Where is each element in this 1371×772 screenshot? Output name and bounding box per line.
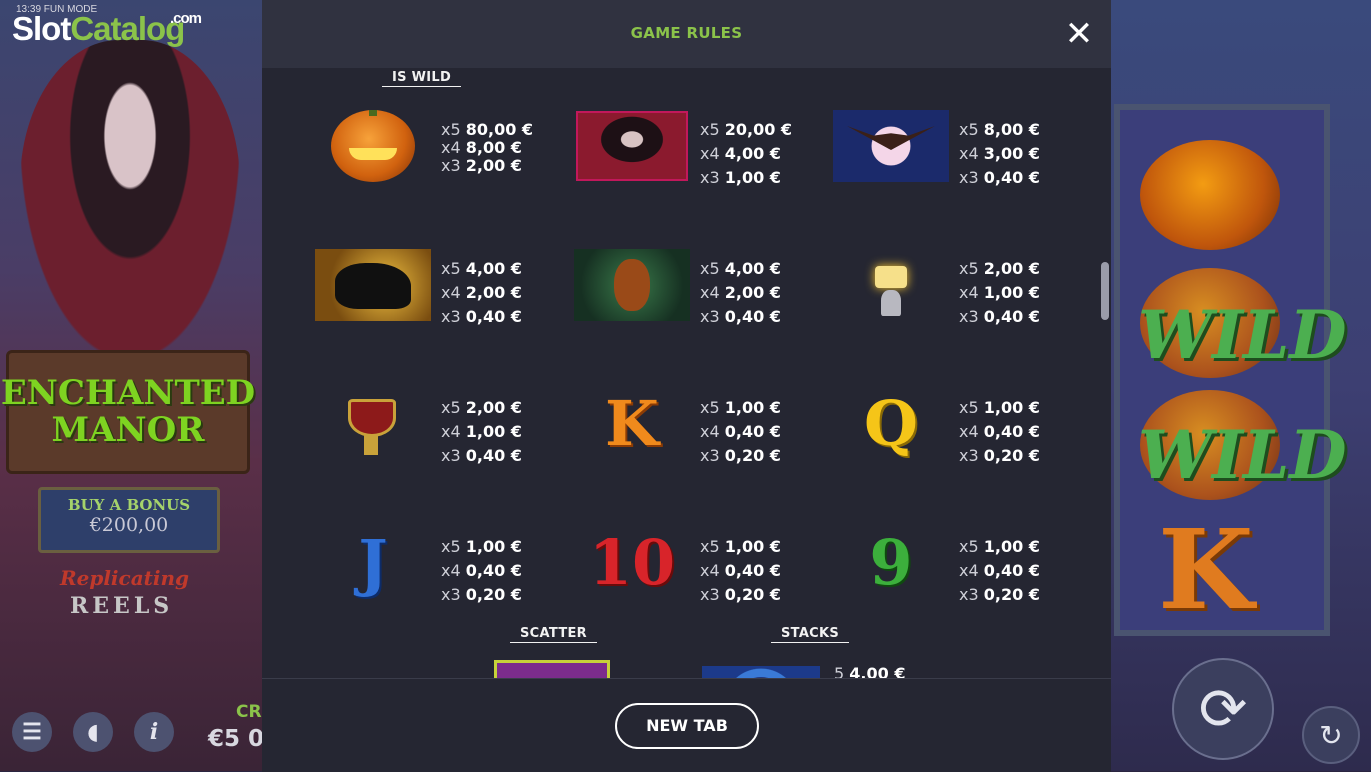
pay-list: x5 8,00 € x4 3,00 € x3 0,40 € (959, 120, 1040, 187)
info-icon[interactable]: i (134, 712, 174, 752)
scrollbar-thumb[interactable] (1101, 262, 1109, 320)
paytable-cell: 10 x5 1,00 € x4 0,40 € x3 0,20 € (574, 527, 814, 627)
pay-list: x5 1,00 € x4 0,40 € x3 0,20 € (959, 537, 1040, 604)
pay-list: x5 1,00 € x4 0,40 € x3 0,20 € (700, 537, 781, 604)
paytable-cell: x5 20,00 € x4 4,00 € x3 1,00 € (574, 110, 814, 210)
paytable-cell: K x5 1,00 € x4 0,40 € x3 0,20 € (574, 388, 814, 488)
pay-list: x5 4,00 € x4 2,00 € x3 0,40 € (700, 259, 781, 326)
modal-footer: NEW TAB (262, 678, 1111, 772)
nine-symbol-icon: 9 (869, 527, 913, 599)
k-symbol-icon: K (605, 388, 659, 460)
bat-symbol-icon (833, 110, 949, 182)
paytable-cell: x5 8,00 € x4 3,00 € x3 0,40 € (833, 110, 1073, 210)
goblet-symbol-icon (315, 388, 431, 460)
paytable-cell: x5 80,00 € x4 8,00 € x3 2,00 € (315, 110, 555, 210)
spin-icon: ⟳ (1198, 675, 1248, 743)
pay-list: x5 2,00 € x4 1,00 € x3 0,40 € (441, 398, 522, 465)
autoplay-button[interactable]: ↻ (1302, 706, 1360, 764)
sound-icon[interactable]: ◖ (73, 712, 113, 752)
pay-list: x5 1,00 € x4 0,40 € x3 0,20 € (959, 398, 1040, 465)
pay-list: x5 20,00 € x4 4,00 € x3 1,00 € (700, 120, 793, 187)
vampire-woman-symbol-icon (574, 110, 690, 182)
reels-logo-text: REELS (70, 593, 174, 619)
pay-list: x5 80,00 € x4 8,00 € x3 2,00 € (441, 120, 534, 175)
slotcatalog-logo: SlotCatalog .com (12, 10, 202, 47)
paytable-cell: x5 2,00 € x4 1,00 € x3 0,40 € (315, 388, 555, 488)
paytable-cell: Q x5 1,00 € x4 0,40 € x3 0,20 € (833, 388, 1073, 488)
autoplay-icon: ↻ (1319, 718, 1343, 752)
game-title-line-1: ENCHANTED (0, 372, 256, 413)
replicating-logo-text: Replicating (60, 566, 190, 590)
menu-icon[interactable]: ☰ (12, 712, 52, 752)
modal-header: GAME RULES ✕ (262, 0, 1111, 68)
modal-title: GAME RULES (630, 24, 743, 42)
paytable-cell: x5 2,00 € x4 1,00 € x3 0,40 € (833, 249, 1073, 349)
game-background-left: 13:39 FUN MODE SlotCatalog .com ENCHANTE… (0, 0, 262, 771)
vampire-woman-art (20, 40, 240, 360)
candelabra-symbol-icon (833, 249, 949, 321)
stacks-label: STACKS (771, 626, 850, 643)
is-wild-label: IS WILD (382, 70, 462, 87)
credit-label: CR (236, 702, 262, 722)
reel-k-symbol: K (1158, 505, 1254, 634)
reel-pumpkin-symbol (1140, 140, 1280, 250)
game-title-line-2: MANOR (51, 410, 205, 450)
credit-value: €5 0 (208, 726, 265, 752)
q-symbol-icon: Q (863, 388, 918, 460)
pumpkin-symbol-icon (315, 110, 431, 182)
game-title-sign: ENCHANTED MANOR (1, 350, 255, 474)
black-cat-symbol-icon (315, 249, 431, 321)
game-rules-modal: GAME RULES ✕ IS WILD x5 80,00 € x4 8,00 … (262, 0, 1111, 772)
pay-list: x5 4,00 € x4 2,00 € x3 0,40 € (441, 259, 522, 326)
scatter-symbol-icon (494, 660, 610, 678)
buy-bonus-label: BUY A BONUS (67, 496, 191, 514)
pay-list: x5 1,00 € x4 0,40 € x3 0,20 € (700, 398, 781, 465)
new-tab-button[interactable]: NEW TAB (615, 703, 759, 749)
rules-content[interactable]: IS WILD x5 80,00 € x4 8,00 € x3 2,00 € x… (262, 68, 1111, 678)
spin-button[interactable]: ⟳ (1172, 658, 1274, 760)
stacks-symbol-icon (702, 666, 820, 678)
close-icon[interactable]: ✕ (1062, 17, 1096, 51)
paytable-cell: 9 x5 1,00 € x4 0,40 € x3 0,20 € (833, 527, 1073, 627)
j-symbol-icon: J (358, 527, 388, 599)
buy-bonus-button[interactable]: BUY A BONUS €200,00 (38, 487, 220, 553)
wild-label-1: WILD (1138, 296, 1347, 374)
owl-symbol-icon (574, 249, 690, 321)
scatter-label: SCATTER (510, 626, 597, 643)
paytable-cell: x5 4,00 € x4 2,00 € x3 0,40 € (315, 249, 555, 349)
paytable-cell: x5 4,00 € x4 2,00 € x3 0,40 € (574, 249, 814, 349)
pay-list: x5 1,00 € x4 0,40 € x3 0,20 € (441, 537, 522, 604)
ten-symbol-icon: 10 (588, 527, 676, 599)
wild-label-2: WILD (1138, 416, 1347, 494)
stacks-pay-partial: 5 4,00 € (834, 664, 906, 678)
buy-bonus-price: €200,00 (89, 514, 169, 536)
pay-list: x5 2,00 € x4 1,00 € x3 0,40 € (959, 259, 1040, 326)
paytable-cell: J x5 1,00 € x4 0,40 € x3 0,20 € (315, 527, 555, 627)
